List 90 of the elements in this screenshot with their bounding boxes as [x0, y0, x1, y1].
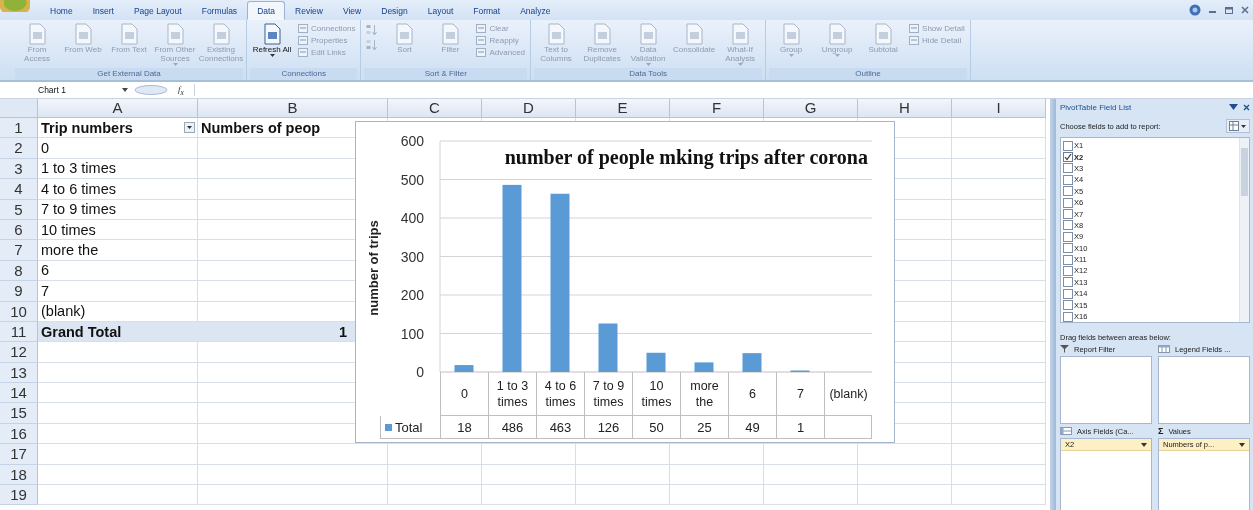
data-value: 50	[649, 419, 664, 435]
data-value: 1	[796, 419, 805, 435]
column-header[interactable]: B	[198, 99, 388, 118]
column-header[interactable]: H	[858, 99, 952, 118]
panel-title: PivotTable Field List	[1060, 102, 1132, 112]
row-header[interactable]: 19	[0, 485, 38, 506]
row-header[interactable]: 17	[0, 444, 38, 465]
ribbon-tab[interactable]: Page Layout	[123, 1, 192, 20]
cell-text: 4 to 6 times	[41, 179, 116, 199]
cell-text: Numbers of peop	[201, 118, 321, 138]
row-header[interactable]: 1	[0, 118, 38, 139]
cell-text: 7 to 9 times	[41, 200, 116, 220]
axis-tick-label: 100	[400, 325, 424, 342]
data-value: 486	[501, 419, 524, 435]
category-label: 4 to 6 times	[536, 372, 584, 416]
row-header[interactable]: 15	[0, 403, 38, 424]
column-header[interactable]: C	[388, 99, 482, 118]
ribbon-tab[interactable]: Insert	[82, 1, 124, 20]
ribbon-tab[interactable]: Analyze	[510, 1, 561, 20]
row-header[interactable]: 4	[0, 179, 38, 200]
chart-area[interactable]: 0 100 200 300 400 500 600 number of trips number of people mking trips after corona 0 1 to 3 times 4 to 6 times 7 to 9 times 10 times more the 6 7 (blank) Total 18 486 463 126 50 25 49 1	[355, 121, 895, 443]
axis-title: number of trips	[366, 220, 381, 316]
category-label: 7	[776, 372, 824, 416]
category-label: (blank)	[824, 372, 872, 416]
row-header[interactable]: 10	[0, 301, 38, 322]
insert-function-button[interactable]: f$_{x}$	[174, 83, 188, 97]
axis-tick-label: 300	[400, 248, 424, 265]
column-header[interactable]: A	[38, 99, 198, 118]
row-header[interactable]: 12	[0, 342, 38, 363]
cell-text: 0	[41, 139, 50, 159]
cell-text: (blank)	[41, 302, 86, 322]
data-value: 18	[457, 419, 472, 435]
category-label: 6	[728, 372, 776, 416]
ribbon-tab[interactable]: Data	[247, 1, 286, 20]
group-label: Sort & Filter	[364, 68, 528, 80]
category-label: 0	[440, 372, 488, 416]
category-label: 1 to 3 times	[488, 372, 536, 416]
axis-tick-label: 600	[400, 133, 424, 149]
cell-text: 6	[41, 261, 50, 281]
data-value: 49	[745, 419, 760, 435]
axis-tick-label: 500	[400, 171, 424, 188]
data-value: 463	[549, 419, 572, 435]
ribbon-tab[interactable]: Home	[40, 1, 83, 20]
axis-tick-label: 0	[416, 364, 424, 380]
ribbon-tab[interactable]: Design	[371, 1, 418, 20]
sigma-symbol: Σ	[1158, 426, 1164, 436]
ribbon-tab[interactable]: Formulas	[191, 1, 248, 20]
row-header[interactable]: 18	[0, 464, 38, 486]
cell-text: more the	[41, 241, 99, 261]
column-header[interactable]: F	[670, 99, 764, 118]
data-value: 25	[697, 419, 712, 435]
row-header[interactable]: 2	[0, 138, 38, 159]
row-header[interactable]: 14	[0, 383, 38, 404]
column-header[interactable]: I	[952, 99, 1046, 118]
column-header[interactable]: E	[576, 99, 670, 118]
category-label: 10 times	[632, 372, 680, 416]
ribbon-button[interactable]: Refresh All	[250, 23, 294, 57]
name-box[interactable]: Chart 1	[28, 85, 116, 95]
column-header[interactable]: D	[482, 99, 576, 118]
row-header[interactable]: 3	[0, 158, 38, 180]
group-label: Data Tools	[534, 68, 763, 80]
ribbon-tab[interactable]: Review	[285, 1, 333, 20]
cell-text: Grand Total	[41, 322, 122, 342]
cell-text: 1	[338, 322, 347, 342]
row-header[interactable]: 11	[0, 321, 38, 343]
group-label: Outline	[769, 68, 967, 80]
cell-text: 1 to 3 times	[41, 159, 116, 179]
row-header[interactable]: 5	[0, 199, 38, 220]
cell-text: Trip numbers	[41, 118, 133, 138]
cell-text: 7	[41, 281, 50, 301]
chart-title: number of people mking trips after corona	[504, 146, 868, 168]
row-header[interactable]: 13	[0, 362, 38, 384]
row-header[interactable]: 8	[0, 260, 38, 282]
ribbon-tab[interactable]: View	[332, 1, 372, 20]
data-value: 126	[597, 419, 620, 435]
ribbon-tab[interactable]: Format	[463, 1, 511, 20]
category-label: 7 to 9 times	[584, 372, 632, 416]
row-header[interactable]: 9	[0, 281, 38, 302]
column-header[interactable]: G	[764, 99, 858, 118]
row-header[interactable]: 7	[0, 240, 38, 261]
legend-entry: Total	[380, 416, 440, 439]
row-header[interactable]: 6	[0, 219, 38, 241]
group-label: Get External Data	[15, 68, 243, 80]
axis-tick-label: 200	[400, 287, 424, 303]
cell-text: 10 times	[41, 220, 96, 240]
ribbon-tab[interactable]: Layout	[417, 1, 464, 20]
axis-tick-label: 400	[400, 210, 424, 226]
category-label: more the	[680, 372, 728, 416]
row-header[interactable]: 16	[0, 423, 38, 445]
group-label: Connections	[250, 68, 358, 80]
